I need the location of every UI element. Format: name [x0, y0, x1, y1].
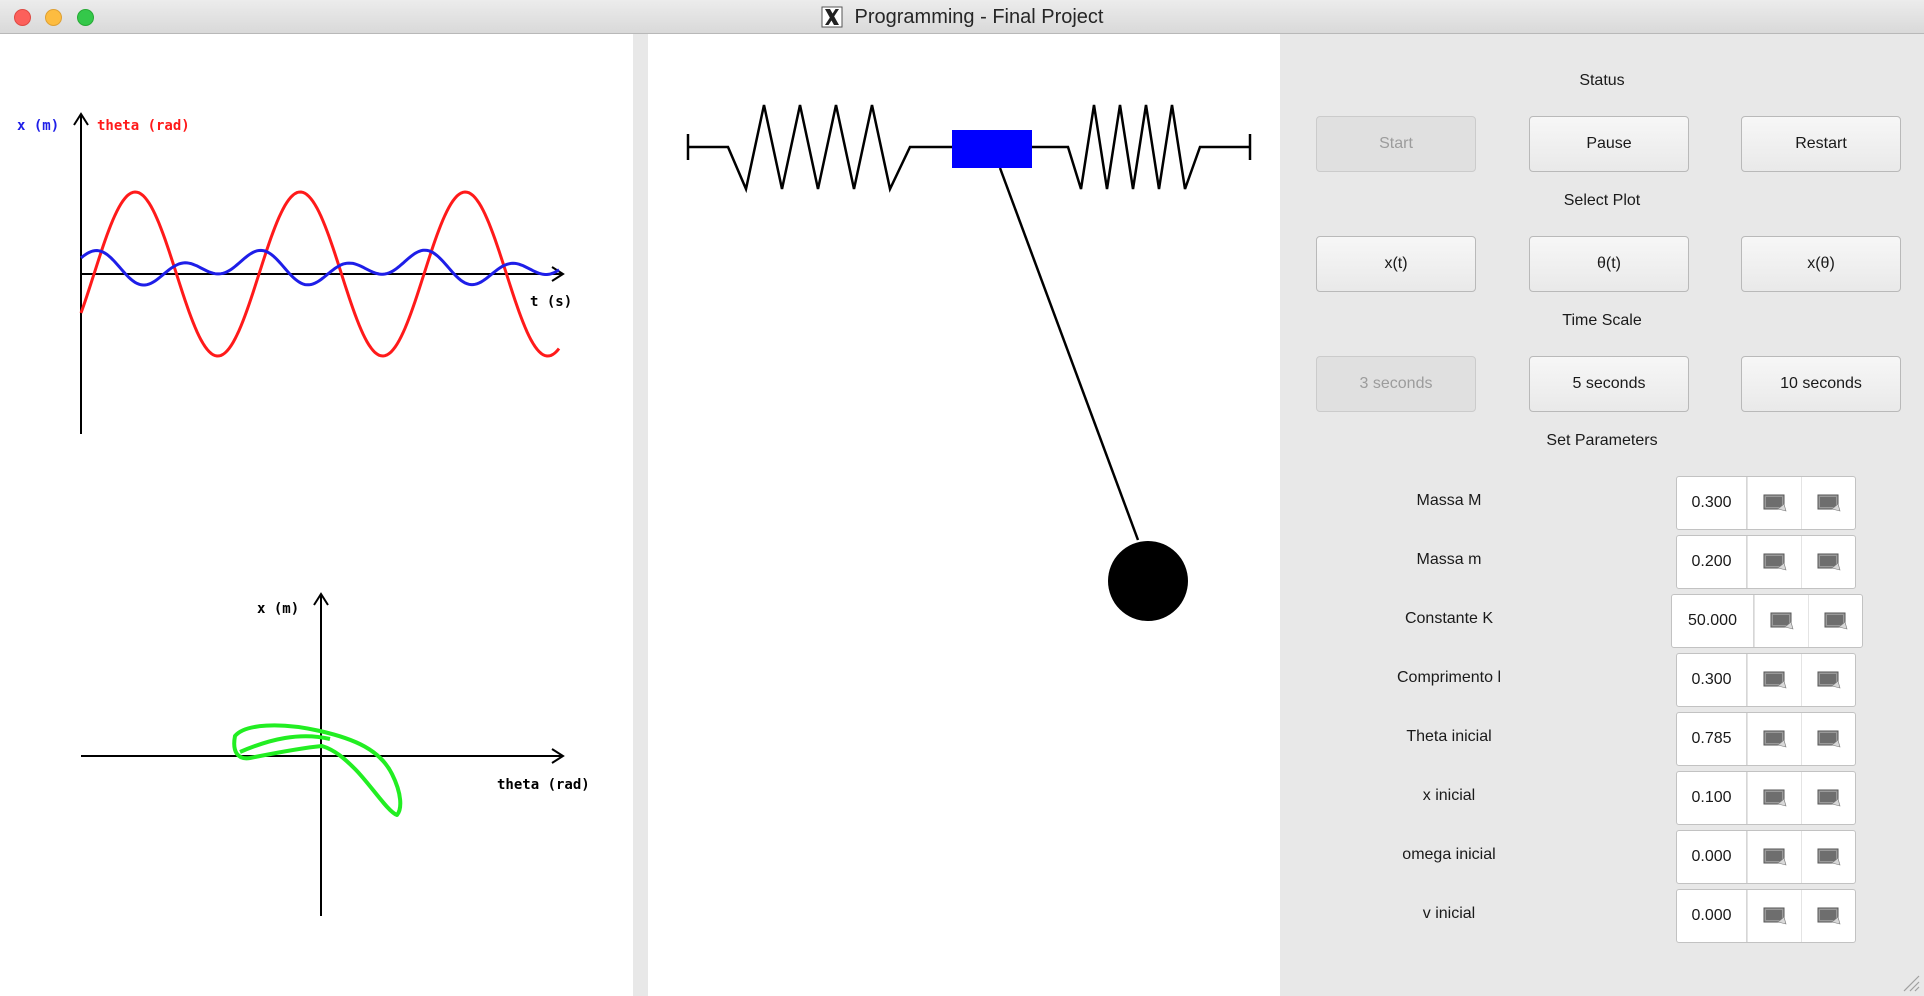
increment-button[interactable] — [1801, 654, 1855, 706]
param-value-field[interactable]: 0.300 — [1677, 477, 1747, 529]
x11-logo-icon — [821, 6, 843, 28]
spin-image-icon — [1763, 789, 1786, 807]
param-spinner-comprimento-l: 0.300 — [1676, 653, 1856, 707]
bottom-plot-y-label: x (m) — [257, 601, 299, 617]
param-value-field[interactable]: 0.200 — [1677, 536, 1747, 588]
plots-panel: x (m) theta (rad) t (s) x (m) theta (rad… — [0, 34, 633, 996]
start-button[interactable]: Start — [1316, 116, 1476, 172]
increment-button[interactable] — [1808, 595, 1862, 647]
decrement-button[interactable] — [1747, 713, 1801, 765]
top-plot-y-label-theta: theta (rad) — [97, 118, 190, 134]
plot-theta-t-button[interactable]: θ(t) — [1529, 236, 1689, 292]
param-value-field[interactable]: 0.100 — [1677, 772, 1747, 824]
top-plot-y-label-x: x (m) — [17, 118, 59, 134]
app-window: Programming - Final Project x (m) theta … — [0, 0, 1924, 996]
spin-image-icon — [1770, 612, 1793, 630]
spin-image-icon — [1817, 848, 1840, 866]
param-value-field[interactable]: 0.300 — [1677, 654, 1747, 706]
param-spinner-v-inicial: 0.000 — [1676, 889, 1856, 943]
select-plot-label: Select Plot — [1563, 192, 1641, 209]
param-label-massa-M: Massa M — [1416, 492, 1482, 509]
param-spinner-x-inicial: 0.100 — [1676, 771, 1856, 825]
spin-image-icon — [1817, 494, 1840, 512]
bottom-plot-x-label: theta (rad) — [497, 777, 590, 793]
animation-panel — [648, 34, 1280, 996]
spin-image-icon — [1824, 612, 1847, 630]
animation-canvas — [686, 104, 1252, 621]
pendulum-bob — [1108, 541, 1188, 621]
spin-image-icon — [1763, 907, 1786, 925]
spin-image-icon — [1763, 848, 1786, 866]
decrement-button[interactable] — [1747, 831, 1801, 883]
restart-button[interactable]: Restart — [1741, 116, 1901, 172]
set-parameters-label: Set Parameters — [1546, 432, 1658, 449]
scale-3s-button[interactable]: 3 seconds — [1316, 356, 1476, 412]
spin-image-icon — [1817, 730, 1840, 748]
increment-button[interactable] — [1801, 713, 1855, 765]
decrement-button[interactable] — [1747, 536, 1801, 588]
param-value-field[interactable]: 0.000 — [1677, 831, 1747, 883]
right-spring — [1032, 104, 1250, 190]
pause-button[interactable]: Pause — [1529, 116, 1689, 172]
param-spinner-constante-K: 50.000 — [1671, 594, 1863, 648]
param-label-massa-m: Massa m — [1416, 551, 1482, 568]
param-label-x-inicial: x inicial — [1422, 787, 1476, 804]
decrement-button[interactable] — [1747, 890, 1801, 942]
pendulum-rod — [998, 167, 1140, 541]
increment-button[interactable] — [1801, 536, 1855, 588]
increment-button[interactable] — [1801, 772, 1855, 824]
time-scale-label: Time Scale — [1562, 312, 1642, 329]
param-label-theta-inicial: Theta inicial — [1406, 728, 1492, 745]
phase-series-line — [232, 723, 403, 817]
param-spinner-theta-inicial: 0.785 — [1676, 712, 1856, 766]
decrement-button[interactable] — [1747, 654, 1801, 706]
increment-button[interactable] — [1801, 890, 1855, 942]
plot-x-t-button[interactable]: x(t) — [1316, 236, 1476, 292]
left-spring — [688, 104, 953, 194]
plot-x-theta-button[interactable]: x(θ) — [1741, 236, 1901, 292]
spin-image-icon — [1817, 789, 1840, 807]
spin-image-icon — [1763, 730, 1786, 748]
spin-image-icon — [1763, 671, 1786, 689]
scale-10s-button[interactable]: 10 seconds — [1741, 356, 1901, 412]
resize-grip-icon[interactable] — [1900, 972, 1920, 992]
plots-canvas: x (m) theta (rad) t (s) x (m) theta (rad… — [17, 112, 590, 916]
param-value-field[interactable]: 50.000 — [1672, 595, 1754, 647]
spin-image-icon — [1817, 553, 1840, 571]
scale-5s-button[interactable]: 5 seconds — [1529, 356, 1689, 412]
spin-image-icon — [1817, 907, 1840, 925]
x-series-line — [80, 248, 560, 287]
spin-image-icon — [1763, 553, 1786, 571]
param-label-comprimento-l: Comprimento l — [1396, 669, 1502, 686]
controls-panel: Status Start Pause Restart Select Plot x… — [1280, 34, 1924, 996]
param-spinner-massa-m: 0.200 — [1676, 535, 1856, 589]
param-spinner-massa-M: 0.300 — [1676, 476, 1856, 530]
decrement-button[interactable] — [1747, 477, 1801, 529]
top-plot-x-label: t (s) — [530, 294, 572, 310]
window-title: Programming - Final Project — [854, 5, 1104, 28]
decrement-button[interactable] — [1747, 772, 1801, 824]
param-label-constante-K: Constante K — [1404, 610, 1494, 627]
status-label: Status — [1579, 72, 1625, 89]
spin-image-icon — [1817, 671, 1840, 689]
param-value-field[interactable]: 0.000 — [1677, 890, 1747, 942]
cart-block — [952, 130, 1032, 168]
param-label-v-inicial: v inicial — [1422, 905, 1476, 922]
increment-button[interactable] — [1801, 831, 1855, 883]
param-label-omega-inicial: omega inicial — [1402, 846, 1496, 863]
decrement-button[interactable] — [1754, 595, 1808, 647]
param-spinner-omega-inicial: 0.000 — [1676, 830, 1856, 884]
spin-image-icon — [1763, 494, 1786, 512]
increment-button[interactable] — [1801, 477, 1855, 529]
param-value-field[interactable]: 0.785 — [1677, 713, 1747, 765]
title-bar[interactable]: Programming - Final Project — [0, 0, 1924, 34]
